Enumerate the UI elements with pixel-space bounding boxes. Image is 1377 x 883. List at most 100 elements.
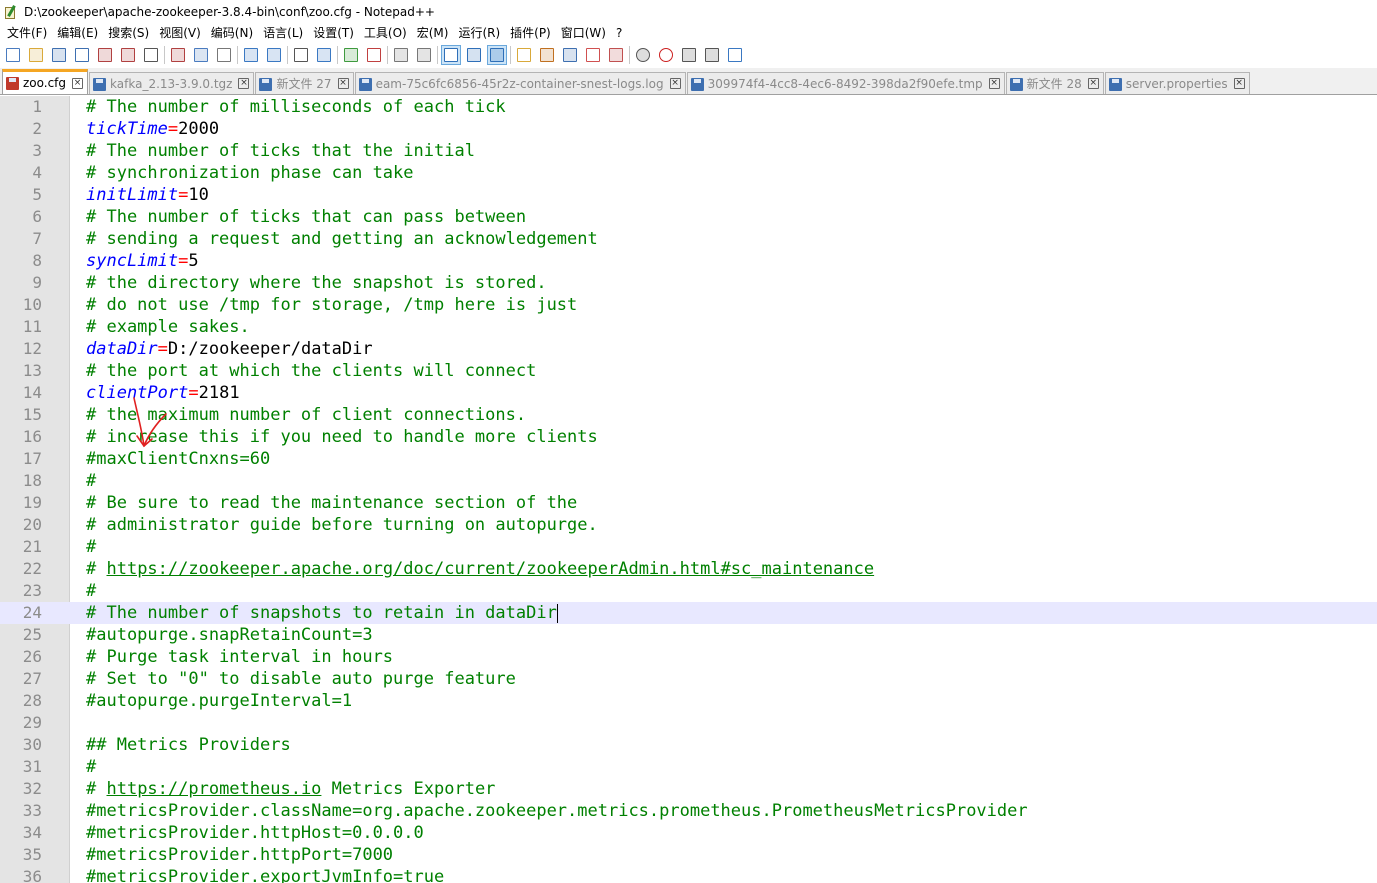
line-content[interactable]: #metricsProvider.exportJvmInfo=true	[86, 866, 444, 883]
sync-horizontal-button[interactable]	[414, 45, 434, 65]
menu-item-4[interactable]: 编码(N)	[206, 24, 258, 42]
tab-0[interactable]: zoo.cfg ×	[2, 69, 89, 94]
line-content[interactable]: # do not use /tmp for storage, /tmp here…	[86, 294, 577, 316]
save-button[interactable]	[49, 45, 69, 65]
line-content[interactable]: # The number of ticks that can pass betw…	[86, 206, 526, 228]
code-line[interactable]: 9 # the directory where the snapshot is s…	[0, 272, 1377, 294]
code-lines[interactable]: 1 # The number of milliseconds of each ti…	[0, 96, 1377, 883]
line-content[interactable]: dataDir=D:/zookeeper/dataDir	[86, 338, 373, 360]
sync-vertical-button[interactable]	[391, 45, 411, 65]
line-content[interactable]: #autopurge.snapRetainCount=3	[86, 624, 373, 646]
code-line[interactable]: 20 # administrator guide before turning o…	[0, 514, 1377, 536]
line-content[interactable]: ## Metrics Providers	[86, 734, 291, 756]
stop-record-button[interactable]	[656, 45, 676, 65]
line-content[interactable]: #metricsProvider.className=org.apache.zo…	[86, 800, 1028, 822]
word-wrap-button[interactable]	[441, 44, 461, 65]
line-content[interactable]: #	[86, 756, 96, 778]
line-content[interactable]: # the directory where the snapshot is st…	[86, 272, 547, 294]
line-content[interactable]: # example sakes.	[86, 316, 250, 338]
code-line[interactable]: 10 # do not use /tmp for storage, /tmp he…	[0, 294, 1377, 316]
menu-item-6[interactable]: 设置(T)	[308, 24, 359, 42]
doc-list-button[interactable]	[583, 45, 603, 65]
close-tab-icon[interactable]: ×	[1087, 78, 1099, 89]
code-line[interactable]: 34 #metricsProvider.httpHost=0.0.0.0	[0, 822, 1377, 844]
code-line[interactable]: 27 # Set to "0" to disable auto purge fea…	[0, 668, 1377, 690]
line-content[interactable]: #maxClientCnxns=60	[86, 448, 270, 470]
paste-button[interactable]	[214, 45, 234, 65]
line-content[interactable]: # synchronization phase can take	[86, 162, 414, 184]
line-content[interactable]: # Be sure to read the maintenance sectio…	[86, 492, 577, 514]
line-content[interactable]: # the maximum number of client connectio…	[86, 404, 526, 426]
line-content[interactable]: # https://prometheus.io Metrics Exporter	[86, 778, 495, 800]
tab-6[interactable]: server.properties ×	[1104, 72, 1250, 94]
tab-4[interactable]: 309974f4-4cc8-4ec6-8492-398da2f90efe.tmp…	[686, 72, 1005, 94]
close-button[interactable]	[95, 45, 115, 65]
indent-guide-button[interactable]	[487, 44, 507, 65]
replace-button[interactable]	[314, 45, 334, 65]
zoom-in-button[interactable]	[341, 45, 361, 65]
print-button[interactable]	[141, 45, 161, 65]
folder-workspace-button[interactable]	[560, 45, 580, 65]
menu-item-3[interactable]: 视图(V)	[154, 24, 206, 42]
code-line[interactable]: 28 #autopurge.purgeInterval=1	[0, 690, 1377, 712]
copy-button[interactable]	[191, 45, 211, 65]
tab-2[interactable]: 新文件 27 ×	[255, 72, 354, 94]
code-line[interactable]: 19 # Be sure to read the maintenance sect…	[0, 492, 1377, 514]
code-line[interactable]: 29	[0, 712, 1377, 734]
line-content[interactable]: #	[86, 580, 96, 602]
url-link[interactable]: https://prometheus.io	[106, 779, 321, 799]
line-content[interactable]: #metricsProvider.httpPort=7000	[86, 844, 393, 866]
code-line[interactable]: 2 tickTime=2000	[0, 118, 1377, 140]
line-content[interactable]: syncLimit=5	[86, 250, 199, 272]
url-link[interactable]: https://zookeeper.apache.org/doc/current…	[106, 559, 874, 579]
close-tab-icon[interactable]: ×	[337, 78, 349, 89]
open-file-button[interactable]	[26, 45, 46, 65]
zoom-out-button[interactable]	[364, 45, 384, 65]
run-macro-multiple-button[interactable]	[702, 45, 722, 65]
line-content[interactable]: #	[86, 470, 96, 492]
code-line[interactable]: 21 #	[0, 536, 1377, 558]
code-line[interactable]: 35 #metricsProvider.httpPort=7000	[0, 844, 1377, 866]
menu-item-12[interactable]: ?	[611, 24, 627, 42]
line-content[interactable]: # The number of ticks that the initial	[86, 140, 475, 162]
menu-item-2[interactable]: 搜索(S)	[103, 24, 154, 42]
save-macro-button[interactable]	[725, 45, 745, 65]
close-tab-icon[interactable]: ×	[1233, 78, 1245, 89]
code-line[interactable]: 33 #metricsProvider.className=org.apache.…	[0, 800, 1377, 822]
code-line[interactable]: 30 ## Metrics Providers	[0, 734, 1377, 756]
code-line[interactable]: 1 # The number of milliseconds of each ti…	[0, 96, 1377, 118]
undo-button[interactable]	[241, 45, 261, 65]
code-line[interactable]: 4 # synchronization phase can take	[0, 162, 1377, 184]
show-all-chars-button[interactable]	[464, 45, 484, 65]
menu-item-9[interactable]: 运行(R)	[453, 24, 505, 42]
line-content[interactable]: # Set to "0" to disable auto purge featu…	[86, 668, 516, 690]
close-tab-icon[interactable]: ×	[669, 78, 681, 89]
code-line[interactable]: 32 # https://prometheus.io Metrics Export…	[0, 778, 1377, 800]
save-all-button[interactable]	[72, 45, 92, 65]
line-content[interactable]: # https://zookeeper.apache.org/doc/curre…	[86, 558, 874, 580]
code-line[interactable]: 8 syncLimit=5	[0, 250, 1377, 272]
code-line[interactable]: 15 # the maximum number of client connect…	[0, 404, 1377, 426]
tab-1[interactable]: kafka_2.13-3.9.0.tgz ×	[89, 72, 255, 94]
code-line[interactable]: 25 #autopurge.snapRetainCount=3	[0, 624, 1377, 646]
menu-item-10[interactable]: 插件(P)	[505, 24, 556, 42]
function-list-button[interactable]	[514, 45, 534, 65]
tab-5[interactable]: 新文件 28 ×	[1005, 72, 1104, 94]
line-content[interactable]: #metricsProvider.httpHost=0.0.0.0	[86, 822, 424, 844]
close-tab-icon[interactable]: ×	[988, 78, 1000, 89]
line-content[interactable]: # The number of milliseconds of each tic…	[86, 96, 506, 118]
line-content[interactable]: tickTime=2000	[86, 118, 219, 140]
close-tab-icon[interactable]: ×	[238, 78, 250, 89]
line-content[interactable]: # the port at which the clients will con…	[86, 360, 536, 382]
code-line[interactable]: 12 dataDir=D:/zookeeper/dataDir	[0, 338, 1377, 360]
editor[interactable]: 1 # The number of milliseconds of each ti…	[0, 96, 1377, 883]
new-file-button[interactable]	[3, 45, 23, 65]
tab-3[interactable]: eam-75c6fc6856-45r2z-container-snest-log…	[354, 72, 686, 94]
line-content[interactable]: # The number of snapshots to retain in d…	[86, 602, 558, 624]
code-line[interactable]: 3 # The number of ticks that the initial	[0, 140, 1377, 162]
code-line[interactable]: 36 #metricsProvider.exportJvmInfo=true	[0, 866, 1377, 883]
line-content[interactable]: #autopurge.purgeInterval=1	[86, 690, 352, 712]
document-map-button[interactable]	[537, 45, 557, 65]
code-line[interactable]: 13 # the port at which the clients will c…	[0, 360, 1377, 382]
menu-item-1[interactable]: 编辑(E)	[52, 24, 103, 42]
